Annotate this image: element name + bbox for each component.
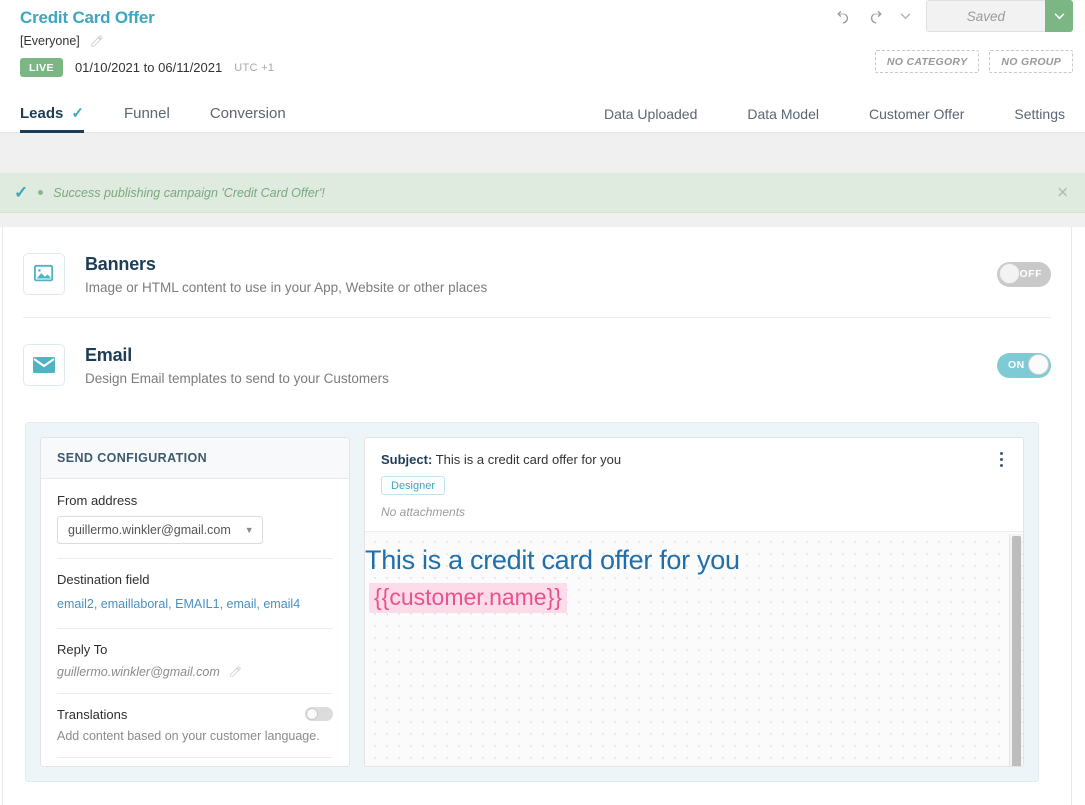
email-body-heading[interactable]: This is a credit card offer for you <box>365 545 1007 576</box>
email-body-variable[interactable]: {{customer.name}} <box>369 582 567 614</box>
field-divider <box>57 756 333 758</box>
kebab-menu-icon[interactable] <box>993 452 1009 467</box>
email-body-scrollbar[interactable] <box>1009 534 1022 766</box>
date-start: 01/10/2021 <box>74 60 141 75</box>
category-tag[interactable]: NO CATEGORY <box>874 50 980 73</box>
tab-customer-offer[interactable]: Customer Offer <box>869 106 964 132</box>
check-icon: ✓ <box>71 105 84 122</box>
email-editor-area: SEND CONFIGURATION From address guillerm… <box>25 422 1039 782</box>
channel-subtitle-email: Design Email templates to send to your C… <box>85 370 389 386</box>
page-header: Credit Card Offer [Everyone] LIVE 01/10/… <box>0 0 1085 77</box>
pencil-icon[interactable] <box>90 34 104 48</box>
channels-card: Banners Image or HTML content to use in … <box>2 227 1072 805</box>
email-toggle[interactable]: ON <box>997 352 1051 378</box>
send-configuration-panel: SEND CONFIGURATION From address guillerm… <box>40 437 350 767</box>
translations-toggle[interactable] <box>305 707 333 722</box>
image-icon <box>23 253 65 295</box>
redo-icon[interactable] <box>860 0 894 32</box>
email-body-canvas[interactable]: This is a credit card offer for you {{cu… <box>365 532 1023 766</box>
save-button[interactable]: Saved <box>925 0 1045 32</box>
toggle-knob <box>999 262 1020 284</box>
field-divider <box>57 558 333 559</box>
email-toggle-label: ON <box>1008 359 1025 371</box>
undo-icon[interactable] <box>826 0 860 32</box>
field-divider <box>57 692 333 694</box>
date-end: 06/11/2021 <box>158 60 223 75</box>
send-configuration-title: SEND CONFIGURATION <box>41 438 349 479</box>
tab-data-uploaded[interactable]: Data Uploaded <box>604 106 697 132</box>
channel-row-email: Email Design Email templates to send to … <box>3 318 1071 408</box>
toggle-knob <box>306 708 318 721</box>
group-tag[interactable]: NO GROUP <box>989 50 1073 73</box>
from-address-label: From address <box>57 493 138 508</box>
notice-strip <box>0 213 1085 227</box>
success-notification: ✓ Success publishing campaign 'Credit Ca… <box>0 173 1085 213</box>
channel-subtitle-banners: Image or HTML content to use in your App… <box>85 279 488 295</box>
tab-funnel[interactable]: Funnel <box>124 105 170 132</box>
channel-title-email: Email <box>85 344 133 365</box>
email-preview-panel: Subject: This is a credit card offer for… <box>364 437 1024 767</box>
tab-leads-label: Leads <box>20 104 64 122</box>
bullet-dot-icon <box>38 190 44 195</box>
check-icon: ✓ <box>14 182 29 202</box>
save-group: Saved <box>925 0 1073 32</box>
content-gap <box>0 133 1085 173</box>
from-address-select[interactable]: guillermo.winkler@gmail.com ▼ <box>57 516 263 544</box>
status-badge: LIVE <box>20 58 63 77</box>
designer-button[interactable]: Designer <box>381 476 446 495</box>
tabs-bar: Leads ✓ Funnel Conversion Data Uploaded … <box>0 91 1085 133</box>
tab-leads[interactable]: Leads ✓ <box>20 104 84 133</box>
translations-row: Translations <box>57 707 333 722</box>
field-divider <box>57 627 333 629</box>
pencil-icon[interactable] <box>229 665 243 679</box>
tab-settings[interactable]: Settings <box>1014 106 1065 132</box>
date-join: to <box>143 60 155 75</box>
tab-data-model[interactable]: Data Model <box>747 106 819 132</box>
chevron-down-icon: ▼ <box>244 525 254 535</box>
tab-conversion[interactable]: Conversion <box>210 105 286 132</box>
destination-field-links[interactable]: email2, emaillaboral, EMAIL1, email, ema… <box>57 595 333 614</box>
channel-title-banners: Banners <box>85 253 156 274</box>
tag-row: NO CATEGORY NO GROUP <box>874 50 1073 73</box>
reply-to-label: Reply To <box>57 641 108 657</box>
toggle-knob <box>1028 353 1049 375</box>
notification-message: Success publishing campaign 'Credit Card… <box>53 185 325 200</box>
tabs-right-group: Data Uploaded Data Model Customer Offer … <box>554 106 1065 132</box>
attachments-status: No attachments <box>381 505 466 519</box>
banners-toggle-label: OFF <box>1019 268 1042 280</box>
email-preview-header: Subject: This is a credit card offer for… <box>365 438 1023 532</box>
destination-field-label: Destination field <box>57 572 150 587</box>
audience-label: [Everyone] <box>20 34 80 48</box>
header-actions: Saved <box>826 0 1073 32</box>
from-address-value: guillermo.winkler@gmail.com <box>68 523 231 537</box>
close-icon[interactable]: ✕ <box>1056 185 1069 200</box>
scrollbar-thumb[interactable] <box>1012 536 1021 766</box>
reply-to-row: guillermo.winkler@gmail.com <box>57 665 333 679</box>
banners-toggle[interactable]: OFF <box>997 261 1051 287</box>
subject-prefix: Subject: <box>381 452 433 467</box>
timezone-label: UTC +1 <box>234 61 275 74</box>
translations-label: Translations <box>57 706 128 722</box>
translations-description: Add content based on your customer langu… <box>57 728 320 743</box>
channel-row-banners: Banners Image or HTML content to use in … <box>3 227 1071 317</box>
reply-to-value: guillermo.winkler@gmail.com <box>57 664 220 679</box>
history-dropdown-icon[interactable] <box>894 0 918 32</box>
save-dropdown-button[interactable] <box>1045 0 1073 32</box>
audience-row: [Everyone] <box>0 34 1085 48</box>
subject-line: Subject: This is a credit card offer for… <box>381 452 1007 467</box>
envelope-icon <box>23 344 65 386</box>
subject-value: This is a credit card offer for you <box>435 452 622 467</box>
